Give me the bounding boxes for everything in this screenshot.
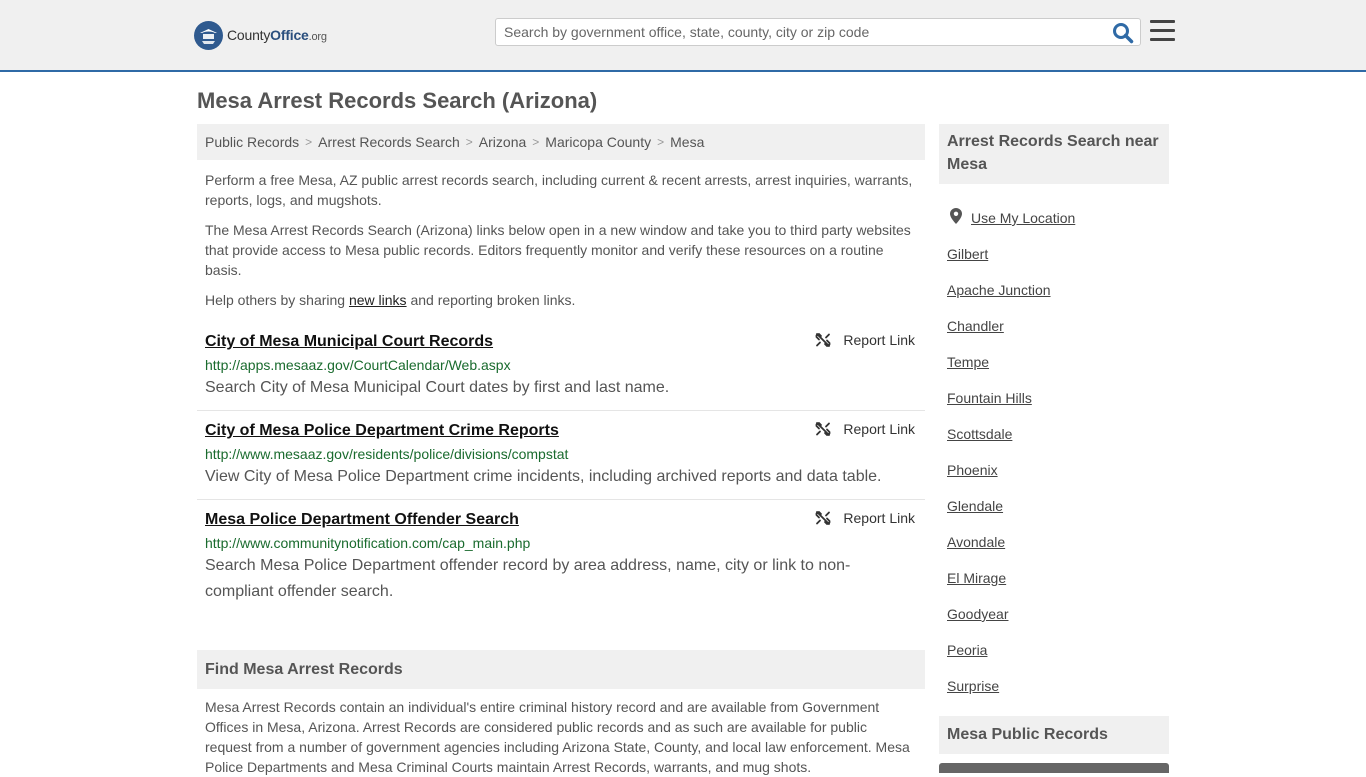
site-header: CountyOffice.org: [0, 0, 1366, 72]
breadcrumb-arizona[interactable]: Arizona: [479, 134, 526, 150]
intro-text: Perform a free Mesa, AZ public arrest re…: [197, 170, 925, 310]
sidebar-city-glendale[interactable]: Glendale: [947, 488, 1167, 524]
sidebar-heading: Arrest Records Search near Mesa: [939, 124, 1169, 184]
result-description: View City of Mesa Police Department crim…: [205, 468, 882, 485]
sidebar-city-tempe[interactable]: Tempe: [947, 344, 1167, 380]
hamburger-menu-icon[interactable]: [1150, 20, 1175, 42]
report-link-button[interactable]: Report Link: [815, 421, 915, 437]
logo-bold: Office: [270, 27, 309, 43]
page-title: Mesa Arrest Records Search (Arizona): [197, 88, 598, 113]
logo-seal-icon: [194, 20, 223, 50]
sidebar-city-avondale[interactable]: Avondale: [947, 524, 1167, 560]
nearby-cities-list: Use My Location Gilbert Apache Junction …: [947, 200, 1167, 704]
result-title-link[interactable]: Mesa Police Department Offender Search: [205, 509, 519, 531]
breadcrumb-arrest-records[interactable]: Arrest Records Search: [318, 134, 460, 150]
intro-paragraph-1: Perform a free Mesa, AZ public arrest re…: [205, 172, 913, 208]
sidebar-city-el-mirage[interactable]: El Mirage: [947, 560, 1167, 596]
report-link-button[interactable]: Report Link: [815, 332, 915, 348]
logo-name: County: [227, 27, 271, 43]
report-link-label: Report Link: [843, 332, 915, 348]
sidebar-city-peoria[interactable]: Peoria: [947, 632, 1167, 668]
sidebar-city-goodyear[interactable]: Goodyear: [947, 596, 1167, 632]
breadcrumb-separator-icon: >: [305, 135, 313, 149]
find-records-heading: Find Mesa Arrest Records: [197, 650, 925, 689]
result-url: http://www.mesaaz.gov/residents/police/d…: [205, 446, 569, 462]
search-icon: [1113, 23, 1134, 44]
use-my-location-link[interactable]: Use My Location: [947, 200, 1167, 236]
use-my-location-label: Use My Location: [971, 210, 1076, 226]
sidebar-heading-public-records: Mesa Public Records: [939, 716, 1169, 754]
result-title-link[interactable]: City of Mesa Municipal Court Records: [205, 331, 493, 353]
intro-p3-before: Help others by sharing: [205, 292, 349, 308]
new-links-link[interactable]: new links: [349, 292, 407, 308]
result-url: http://apps.mesaaz.gov/CourtCalendar/Web…: [205, 357, 511, 373]
broken-link-icon: [815, 422, 831, 436]
sidebar-city-chandler[interactable]: Chandler: [947, 308, 1167, 344]
location-pin-icon: [950, 208, 962, 224]
sidebar-bottom-bar: [939, 763, 1169, 773]
search-box: [495, 18, 1141, 46]
breadcrumb-separator-icon: >: [465, 135, 473, 149]
sidebar-city-apache-junction[interactable]: Apache Junction: [947, 272, 1167, 308]
breadcrumb-maricopa[interactable]: Maricopa County: [545, 134, 651, 150]
result-url: http://www.communitynotification.com/cap…: [205, 535, 531, 551]
logo-text: CountyOffice.org: [227, 27, 327, 43]
result-item: City of Mesa Municipal Court Records Rep…: [197, 322, 925, 411]
report-link-label: Report Link: [843, 421, 915, 437]
breadcrumb-separator-icon: >: [657, 135, 665, 149]
result-description: Search Mesa Police Department offender r…: [205, 557, 851, 600]
result-item: Mesa Police Department Offender Search R…: [197, 500, 925, 614]
search-button[interactable]: [1112, 22, 1134, 44]
intro-paragraph-3: Help others by sharing new links and rep…: [205, 290, 917, 310]
sidebar-city-scottsdale[interactable]: Scottsdale: [947, 416, 1167, 452]
report-link-button[interactable]: Report Link: [815, 510, 915, 526]
breadcrumb: Public Records > Arrest Records Search >…: [197, 124, 925, 160]
breadcrumb-separator-icon: >: [532, 135, 540, 149]
report-link-label: Report Link: [843, 510, 915, 526]
breadcrumb-mesa[interactable]: Mesa: [670, 134, 704, 150]
site-logo[interactable]: CountyOffice.org: [194, 20, 327, 50]
logo-tld: .org: [308, 31, 327, 43]
broken-link-icon: [815, 511, 831, 525]
result-description: Search City of Mesa Municipal Court date…: [205, 379, 670, 396]
intro-p3-after: and reporting broken links.: [406, 292, 576, 308]
intro-paragraph-2: The Mesa Arrest Records Search (Arizona)…: [205, 222, 911, 278]
broken-link-icon: [815, 333, 831, 347]
find-records-body: Mesa Arrest Records contain an individua…: [205, 699, 910, 775]
result-title-link[interactable]: City of Mesa Police Department Crime Rep…: [205, 420, 559, 442]
sidebar-city-fountain-hills[interactable]: Fountain Hills: [947, 380, 1167, 416]
sidebar-city-phoenix[interactable]: Phoenix: [947, 452, 1167, 488]
search-input[interactable]: [496, 19, 1106, 45]
sidebar-city-gilbert[interactable]: Gilbert: [947, 236, 1167, 272]
result-item: City of Mesa Police Department Crime Rep…: [197, 411, 925, 500]
breadcrumb-public-records[interactable]: Public Records: [205, 134, 299, 150]
main-content: Public Records > Arrest Records Search >…: [197, 124, 925, 614]
sidebar-city-surprise[interactable]: Surprise: [947, 668, 1167, 704]
